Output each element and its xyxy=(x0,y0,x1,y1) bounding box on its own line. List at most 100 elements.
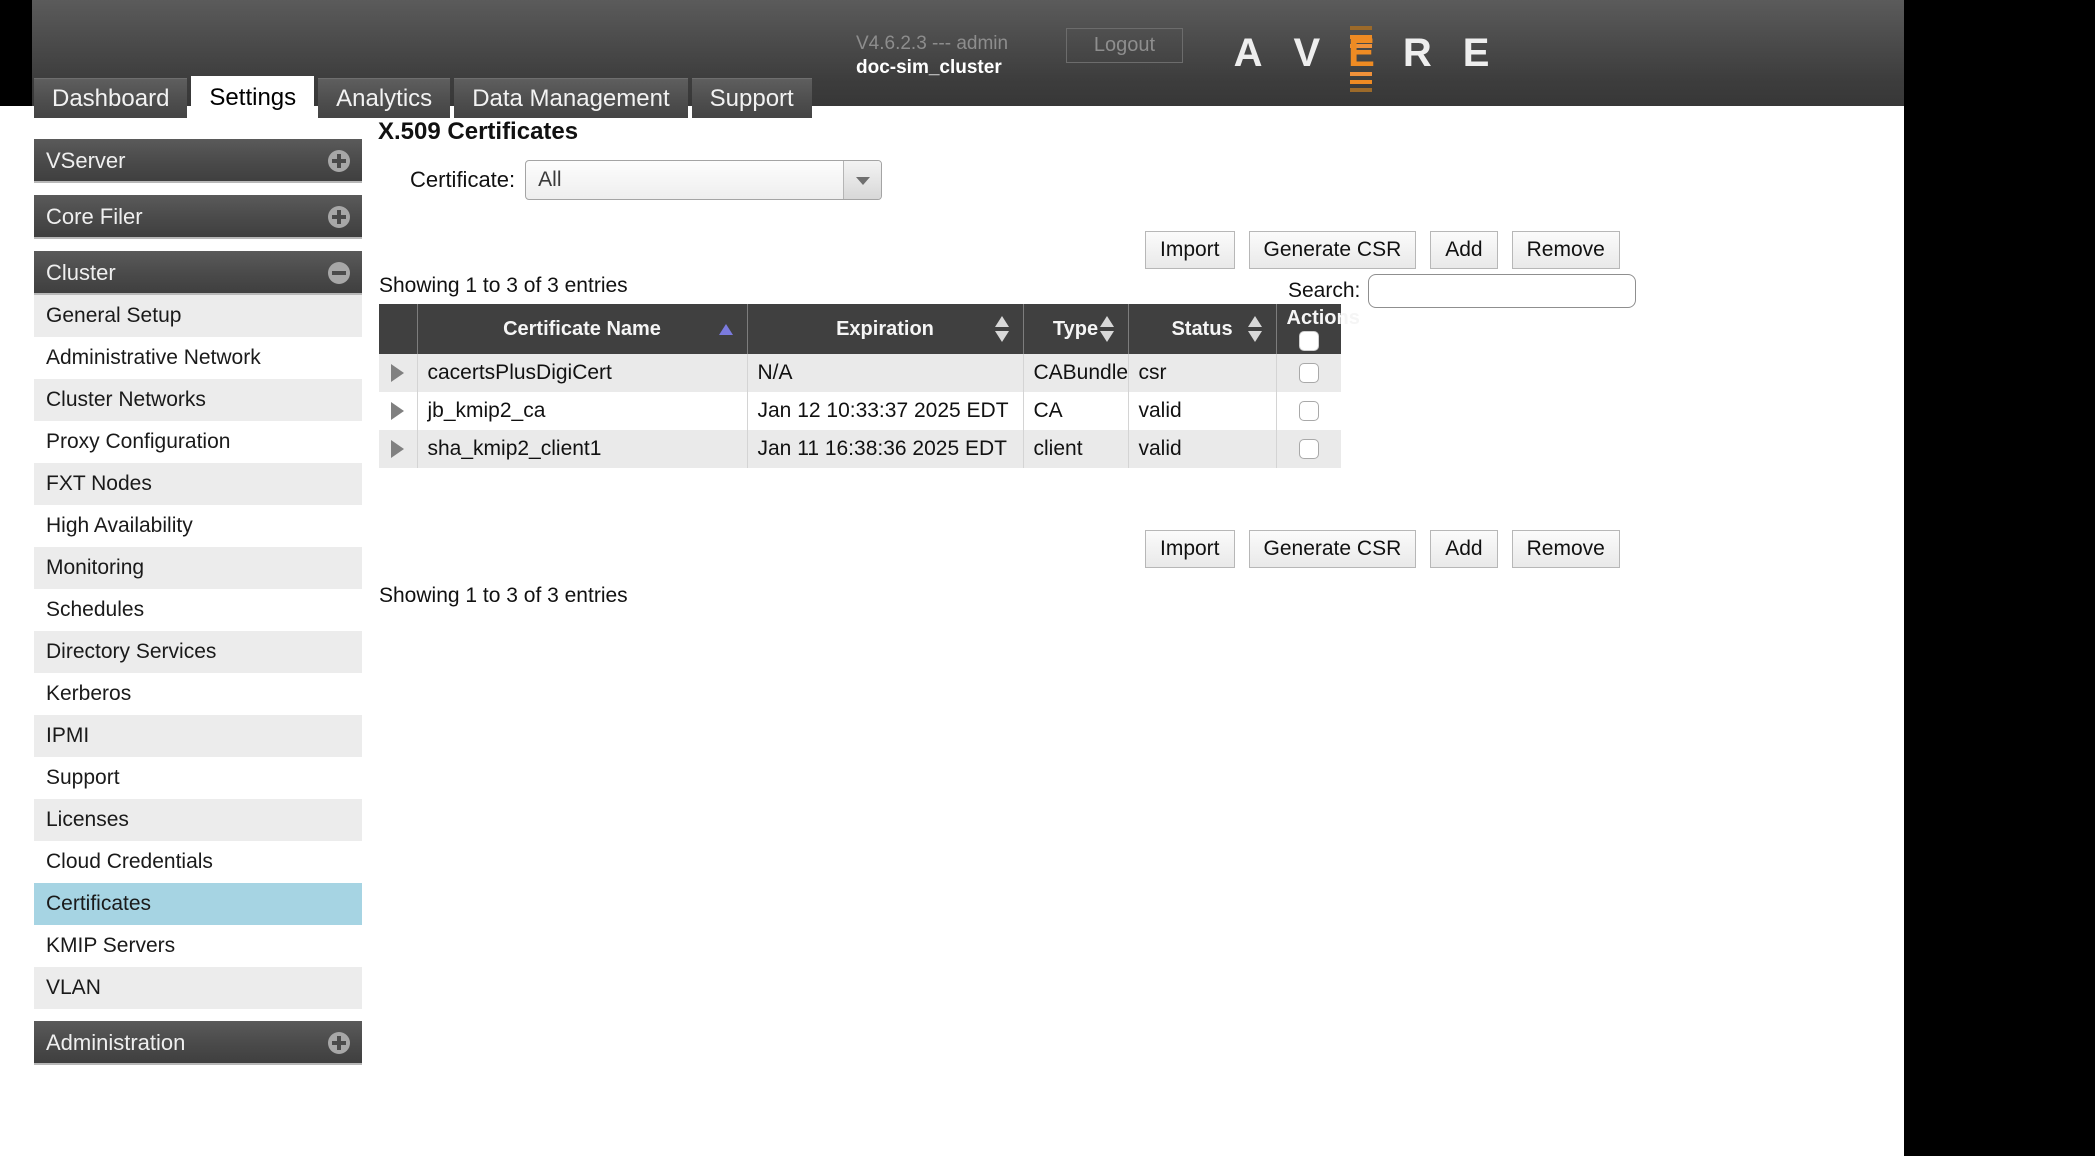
sort-ascending-icon[interactable] xyxy=(718,324,733,335)
plus-icon[interactable] xyxy=(328,1032,350,1054)
brand-letter-e-accent: E xyxy=(1348,30,1376,75)
search-label: Search: xyxy=(1288,279,1361,302)
table-row[interactable]: cacertsPlusDigiCert N/A CABundle csr xyxy=(379,354,1341,392)
sidebar-item-ipmi[interactable]: IPMI xyxy=(34,715,362,757)
row-expand-cell[interactable] xyxy=(379,392,418,430)
sidebar-item-high-availability[interactable]: High Availability xyxy=(34,505,362,547)
import-button-bottom[interactable]: Import xyxy=(1145,530,1235,568)
header-left-gutter xyxy=(0,0,32,106)
sidebar-item-licenses[interactable]: Licenses xyxy=(34,799,362,841)
plus-icon[interactable] xyxy=(328,150,350,172)
column-label: Certificate Name xyxy=(503,317,661,340)
certificates-table: Certificate Name Expiration Type Status … xyxy=(379,304,1360,468)
sidebar-item-directory-services[interactable]: Directory Services xyxy=(34,631,362,673)
page-title: X.509 Certificates xyxy=(378,118,579,145)
row-checkbox[interactable] xyxy=(1298,363,1319,383)
row-expand-cell[interactable] xyxy=(379,430,418,468)
showing-entries-bottom: Showing 1 to 3 of 3 entries xyxy=(379,584,628,607)
tab-support[interactable]: Support xyxy=(691,78,812,118)
sidebar-group-label: Administration xyxy=(46,1030,186,1055)
cell-certificate-name: cacertsPlusDigiCert xyxy=(417,354,748,392)
version-admin-label: V4.6.2.3 --- admin xyxy=(856,33,1009,54)
cell-certificate-name: sha_kmip2_client1 xyxy=(417,430,748,468)
tab-dashboard[interactable]: Dashboard xyxy=(34,78,188,118)
row-checkbox[interactable] xyxy=(1298,439,1319,459)
add-button-top[interactable]: Add xyxy=(1430,231,1498,269)
row-checkbox[interactable] xyxy=(1298,401,1319,421)
sidebar-item-vlan[interactable]: VLAN xyxy=(34,967,362,1009)
sidebar-item-schedules[interactable]: Schedules xyxy=(34,589,362,631)
column-header-status[interactable]: Status xyxy=(1128,304,1277,354)
cell-status: csr xyxy=(1128,354,1277,392)
table-row[interactable]: jb_kmip2_ca Jan 12 10:33:37 2025 EDT CA … xyxy=(379,392,1341,430)
sidebar-item-kerberos[interactable]: Kerberos xyxy=(34,673,362,715)
body-area: VServer Core Filer Cluster General Setup… xyxy=(0,118,1904,1156)
cell-actions[interactable] xyxy=(1276,392,1341,430)
sidebar-group-core-filer[interactable]: Core Filer xyxy=(34,195,362,239)
sidebar-group-administration[interactable]: Administration xyxy=(34,1021,362,1065)
sidebar-item-cloud-credentials[interactable]: Cloud Credentials xyxy=(34,841,362,883)
row-expand-cell[interactable] xyxy=(379,354,418,392)
sort-both-icon[interactable] xyxy=(1099,316,1114,342)
column-label: Expiration xyxy=(836,317,934,340)
search-input[interactable] xyxy=(1368,274,1637,308)
column-header-expand xyxy=(379,304,418,354)
cluster-meta: V4.6.2.3 --- admin doc-sim_cluster xyxy=(856,32,1116,80)
certificate-filter: Certificate: All xyxy=(410,160,883,200)
generate-csr-button-bottom[interactable]: Generate CSR xyxy=(1248,530,1417,568)
column-header-expiration[interactable]: Expiration xyxy=(747,304,1024,354)
table-row[interactable]: sha_kmip2_client1 Jan 11 16:38:36 2025 E… xyxy=(379,430,1341,468)
select-all-checkbox[interactable] xyxy=(1298,331,1319,351)
cell-type: client xyxy=(1023,430,1129,468)
sidebar-item-general-setup[interactable]: General Setup xyxy=(34,295,362,337)
sidebar-item-fxt-nodes[interactable]: FXT Nodes xyxy=(34,463,362,505)
sidebar-group-label: Cluster xyxy=(46,260,116,285)
table-header-row: Certificate Name Expiration Type Status … xyxy=(379,304,1360,354)
plus-icon[interactable] xyxy=(328,206,350,228)
expand-triangle-icon[interactable] xyxy=(391,440,405,458)
column-label: Actions xyxy=(1286,307,1360,329)
cell-certificate-name: jb_kmip2_ca xyxy=(417,392,748,430)
column-header-certificate-name[interactable]: Certificate Name xyxy=(417,304,748,354)
sort-both-icon[interactable] xyxy=(994,316,1009,342)
cell-expiration: N/A xyxy=(747,354,1024,392)
generate-csr-button-top[interactable]: Generate CSR xyxy=(1248,231,1417,269)
sidebar-item-proxy-configuration[interactable]: Proxy Configuration xyxy=(34,421,362,463)
add-button-bottom[interactable]: Add xyxy=(1430,530,1498,568)
remove-button-bottom[interactable]: Remove xyxy=(1511,530,1620,568)
certificate-filter-label: Certificate: xyxy=(410,167,516,192)
tab-data-management[interactable]: Data Management xyxy=(454,78,688,118)
remove-button-top[interactable]: Remove xyxy=(1511,231,1620,269)
sidebar-item-monitoring[interactable]: Monitoring xyxy=(34,547,362,589)
sort-both-icon[interactable] xyxy=(1247,316,1262,342)
expand-triangle-icon[interactable] xyxy=(391,402,405,420)
avere-logo: A V E R E xyxy=(1182,14,1542,92)
tab-settings[interactable]: Settings xyxy=(191,76,315,118)
column-header-type[interactable]: Type xyxy=(1023,304,1129,354)
sidebar-group-vserver[interactable]: VServer xyxy=(34,139,362,183)
cell-actions[interactable] xyxy=(1276,354,1341,392)
column-header-actions: Actions xyxy=(1276,304,1360,354)
table-actions-top: Import Generate CSR Add Remove xyxy=(1145,231,1620,269)
import-button-top[interactable]: Import xyxy=(1145,231,1235,269)
minus-icon[interactable] xyxy=(328,262,350,284)
chevron-down-icon[interactable] xyxy=(843,161,882,199)
tab-analytics[interactable]: Analytics xyxy=(318,78,451,118)
sidebar-item-support[interactable]: Support xyxy=(34,757,362,799)
column-label: Status xyxy=(1171,317,1233,340)
showing-entries-top: Showing 1 to 3 of 3 entries xyxy=(379,274,628,297)
cell-actions[interactable] xyxy=(1276,430,1341,468)
sidebar-item-administrative-network[interactable]: Administrative Network xyxy=(34,337,362,379)
expand-triangle-icon[interactable] xyxy=(391,364,405,382)
cell-status: valid xyxy=(1128,392,1277,430)
sidebar-item-cluster-networks[interactable]: Cluster Networks xyxy=(34,379,362,421)
table-header: Certificate Name Expiration Type Status … xyxy=(379,304,1360,354)
sidebar-item-kmip-servers[interactable]: KMIP Servers xyxy=(34,925,362,967)
cell-status: valid xyxy=(1128,430,1277,468)
sidebar-group-cluster[interactable]: Cluster xyxy=(34,251,362,295)
certificate-select[interactable]: All xyxy=(525,160,883,200)
sidebar-item-certificates[interactable]: Certificates xyxy=(34,883,362,925)
cell-expiration: Jan 11 16:38:36 2025 EDT xyxy=(747,430,1024,468)
